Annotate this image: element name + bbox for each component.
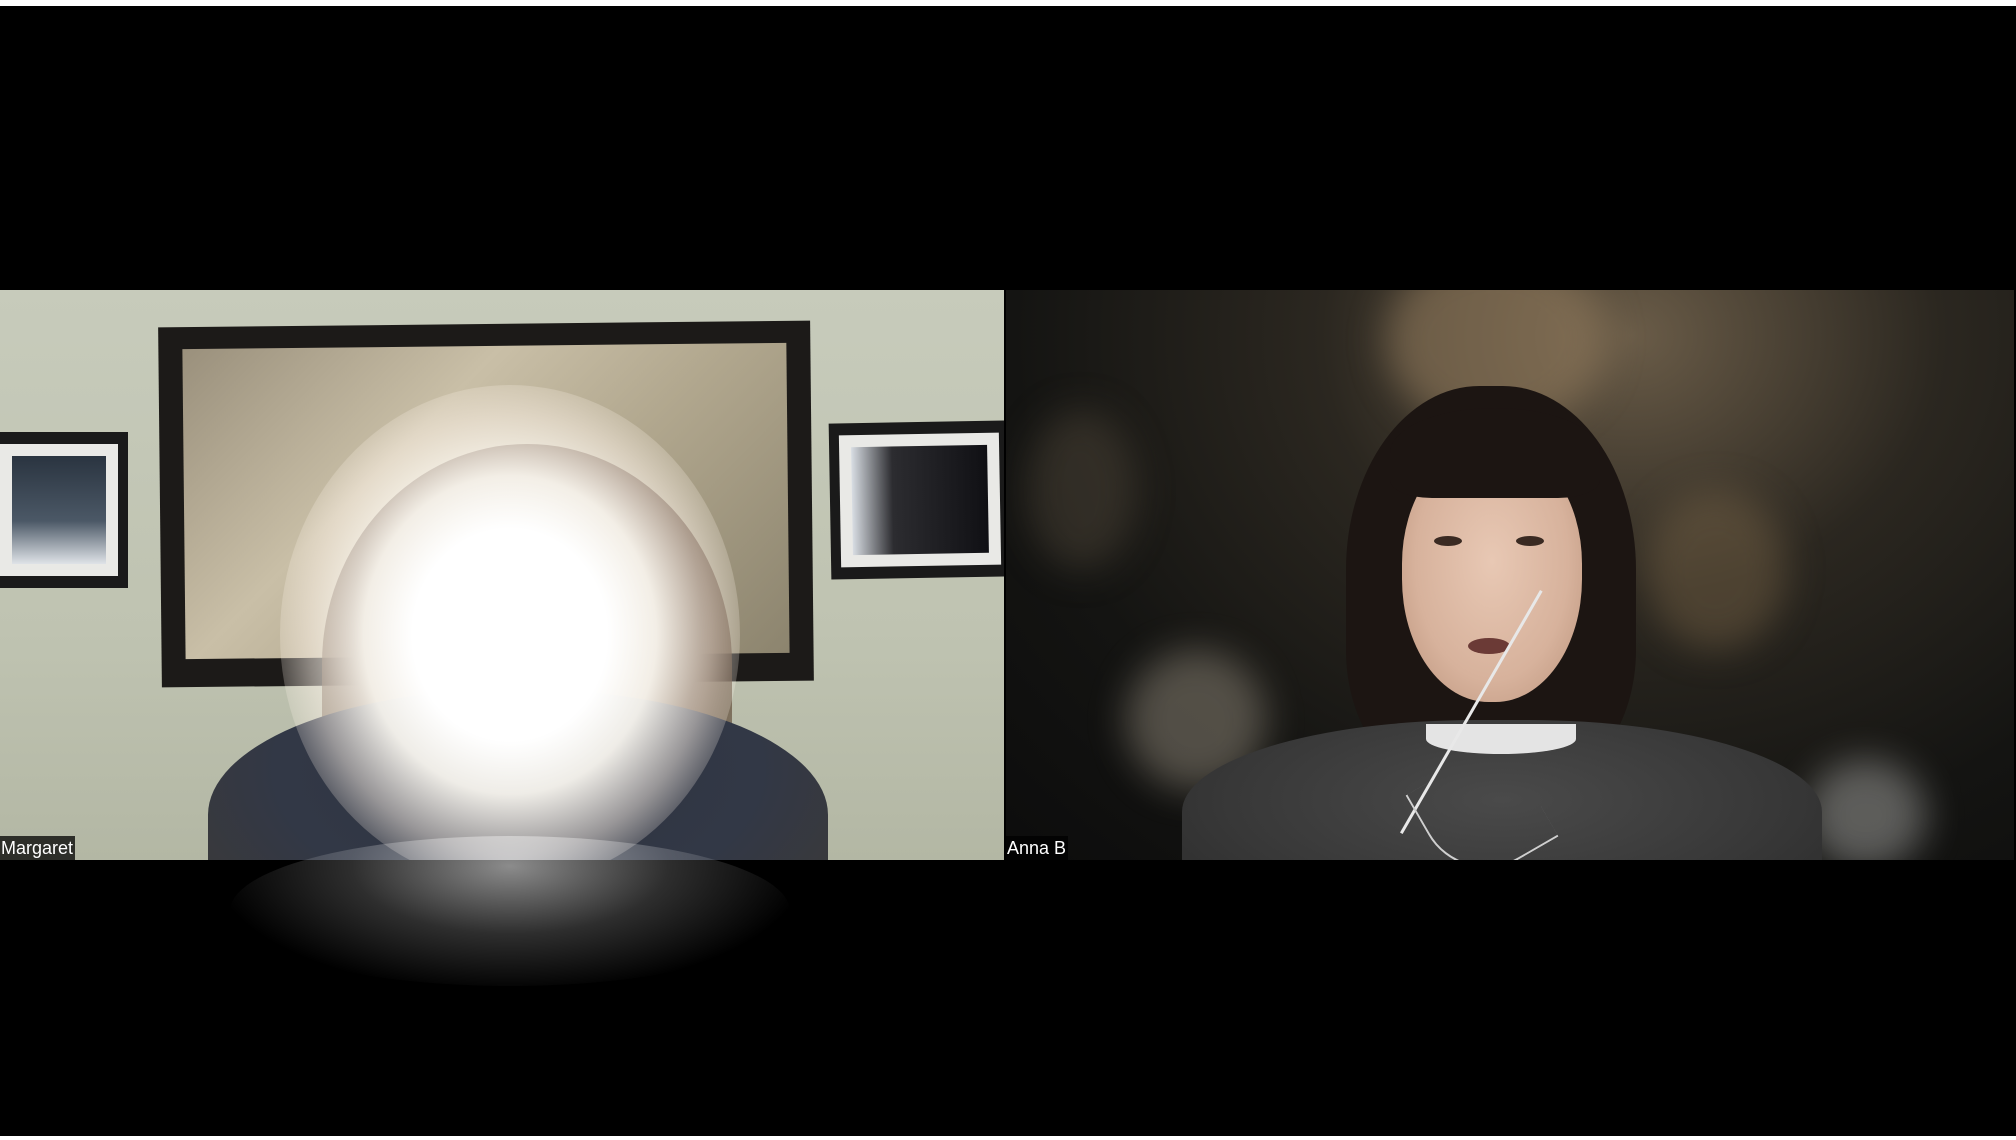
wall-picture-small-left (0, 432, 128, 588)
blurred-face (280, 385, 740, 860)
participant-bangs (1390, 408, 1600, 498)
left-eye (1434, 536, 1462, 546)
right-eye (1516, 536, 1544, 546)
wall-picture-small-right (828, 420, 1004, 580)
background-bokeh (1026, 410, 1136, 570)
background-bokeh (1806, 760, 1926, 860)
participant-name-label: Margaret (0, 836, 76, 860)
video-call-window: Margaret Anna B (0, 6, 2016, 1136)
background-bokeh (1646, 490, 1786, 650)
video-tile-margaret[interactable]: Margaret (0, 290, 1004, 860)
participant-name-label: Anna B (1006, 836, 1069, 860)
video-tile-anna[interactable]: Anna B (1006, 290, 2014, 860)
